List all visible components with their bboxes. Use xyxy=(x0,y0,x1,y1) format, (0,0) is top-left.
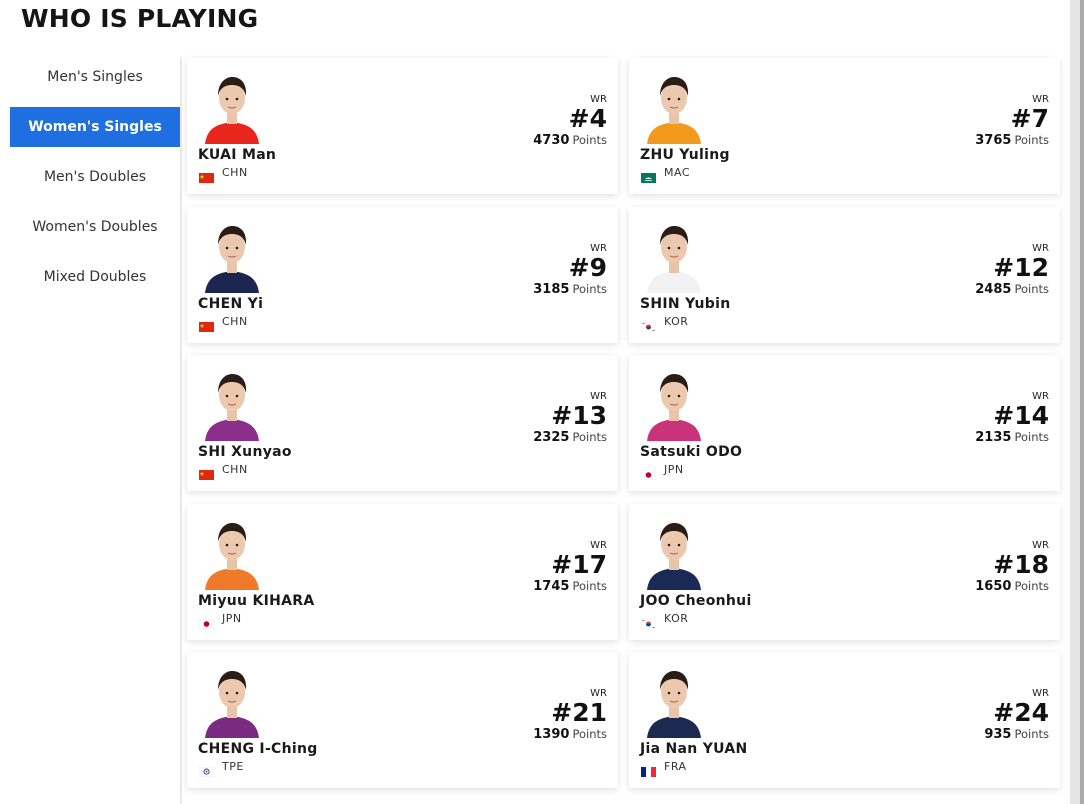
world-rank: #4 xyxy=(568,104,607,133)
player-avatar xyxy=(201,666,263,738)
country-flag-icon xyxy=(640,317,657,333)
points-value: 3185 xyxy=(533,282,570,297)
page-edge-shadow xyxy=(1080,0,1084,804)
page-title: WHO IS PLAYING xyxy=(21,4,259,33)
player-name: Jia Nan YUAN xyxy=(640,741,748,757)
player-card[interactable]: KUAI Man CHN WR #4 4730 Points xyxy=(187,58,618,194)
country-code: FRA xyxy=(664,760,687,773)
player-avatar xyxy=(643,221,705,293)
player-card[interactable]: CHEN Yi CHN WR #9 3185 Points xyxy=(187,207,618,343)
points-label: Points xyxy=(572,430,607,444)
country-code: CHN xyxy=(222,315,248,328)
points-label: Points xyxy=(1014,282,1049,296)
sidebar-item-mixed-doubles[interactable]: Mixed Doubles xyxy=(10,257,180,297)
player-avatar xyxy=(201,369,263,441)
country-code: JPN xyxy=(222,612,242,625)
points-label: Points xyxy=(572,579,607,593)
points-value: 2325 xyxy=(533,430,570,445)
points-label: Points xyxy=(572,727,607,741)
player-avatar xyxy=(643,518,705,590)
player-avatar xyxy=(201,221,263,293)
player-avatar xyxy=(643,666,705,738)
points-label: Points xyxy=(1014,430,1049,444)
player-card[interactable]: Miyuu KIHARA JPN WR #17 1745 Points xyxy=(187,504,618,640)
points-line: 3765 Points xyxy=(975,133,1049,148)
world-rank: #13 xyxy=(551,401,607,430)
country-code: MAC xyxy=(664,166,691,179)
country-flag-icon xyxy=(199,168,214,183)
player-card[interactable]: CHENG I-Ching TPE WR #21 1390 Points xyxy=(187,652,618,788)
player-card[interactable]: SHI Xunyao CHN WR #13 2325 Points xyxy=(187,355,618,491)
points-line: 2485 Points xyxy=(975,282,1049,297)
country-flag-icon xyxy=(641,168,656,183)
country-code: KOR xyxy=(664,315,689,328)
world-rank: #18 xyxy=(993,550,1049,579)
points-label: Points xyxy=(572,133,607,147)
player-name: SHIN Yubin xyxy=(640,296,731,312)
world-rank: #12 xyxy=(993,253,1049,282)
points-value: 2135 xyxy=(975,430,1012,445)
world-rank: #24 xyxy=(993,698,1049,727)
country-flag-icon xyxy=(640,614,657,630)
points-value: 1650 xyxy=(975,579,1012,594)
sidebar-item-womens-doubles[interactable]: Women's Doubles xyxy=(10,207,180,247)
player-avatar xyxy=(643,72,705,144)
player-name: CHENG I-Ching xyxy=(198,741,318,757)
points-line: 935 Points xyxy=(984,727,1049,742)
world-rank: #17 xyxy=(551,550,607,579)
points-line: 1650 Points xyxy=(975,579,1049,594)
player-card[interactable]: ZHU Yuling MAC WR #7 3765 Points xyxy=(629,58,1060,194)
player-name: JOO Cheonhui xyxy=(640,593,752,609)
player-name: CHEN Yi xyxy=(198,296,264,312)
world-rank: #7 xyxy=(1010,104,1049,133)
country-flag-icon xyxy=(199,465,214,480)
event-sidebar: Men's Singles Women's Singles Men's Doub… xyxy=(10,57,180,804)
points-value: 935 xyxy=(984,727,1012,742)
player-avatar xyxy=(201,72,263,144)
player-card[interactable]: SHIN Yubin KOR WR #12 2485 Points xyxy=(629,207,1060,343)
player-name: Miyuu KIHARA xyxy=(198,593,315,609)
points-line: 2325 Points xyxy=(533,430,607,445)
player-name: ZHU Yuling xyxy=(640,147,730,163)
points-label: Points xyxy=(1014,579,1049,593)
points-label: Points xyxy=(1014,133,1049,147)
country-code: CHN xyxy=(222,166,248,179)
world-rank: #14 xyxy=(993,401,1049,430)
points-line: 3185 Points xyxy=(533,282,607,297)
points-value: 1390 xyxy=(533,727,570,742)
player-card[interactable]: JOO Cheonhui KOR WR #18 1650 Points xyxy=(629,504,1060,640)
points-label: Points xyxy=(572,282,607,296)
country-code: KOR xyxy=(664,612,689,625)
points-value: 2485 xyxy=(975,282,1012,297)
player-card[interactable]: Satsuki ODO JPN WR #14 2135 Points xyxy=(629,355,1060,491)
country-code: TPE xyxy=(222,760,244,773)
country-flag-icon xyxy=(641,762,656,777)
points-line: 2135 Points xyxy=(975,430,1049,445)
country-flag-icon xyxy=(198,614,215,630)
points-line: 1390 Points xyxy=(533,727,607,742)
player-card[interactable]: Jia Nan YUAN FRA WR #24 935 Points xyxy=(629,652,1060,788)
country-flag-icon xyxy=(199,317,214,332)
player-avatar xyxy=(201,518,263,590)
points-value: 1745 xyxy=(533,579,570,594)
sidebar-item-mens-singles[interactable]: Men's Singles xyxy=(10,57,180,97)
world-rank: #21 xyxy=(551,698,607,727)
sidebar-divider xyxy=(180,57,182,804)
points-value: 3765 xyxy=(975,133,1012,148)
country-code: CHN xyxy=(222,463,248,476)
sidebar-item-mens-doubles[interactable]: Men's Doubles xyxy=(10,157,180,197)
player-name: KUAI Man xyxy=(198,147,277,163)
country-code: JPN xyxy=(664,463,684,476)
points-line: 4730 Points xyxy=(533,133,607,148)
player-avatar xyxy=(643,369,705,441)
player-name: Satsuki ODO xyxy=(640,444,743,460)
points-value: 4730 xyxy=(533,133,570,148)
sidebar-item-womens-singles[interactable]: Women's Singles xyxy=(10,107,180,147)
world-rank: #9 xyxy=(568,253,607,282)
points-label: Points xyxy=(1014,727,1049,741)
country-flag-icon xyxy=(640,465,657,481)
player-name: SHI Xunyao xyxy=(198,444,292,460)
country-flag-icon xyxy=(198,762,215,778)
points-line: 1745 Points xyxy=(533,579,607,594)
